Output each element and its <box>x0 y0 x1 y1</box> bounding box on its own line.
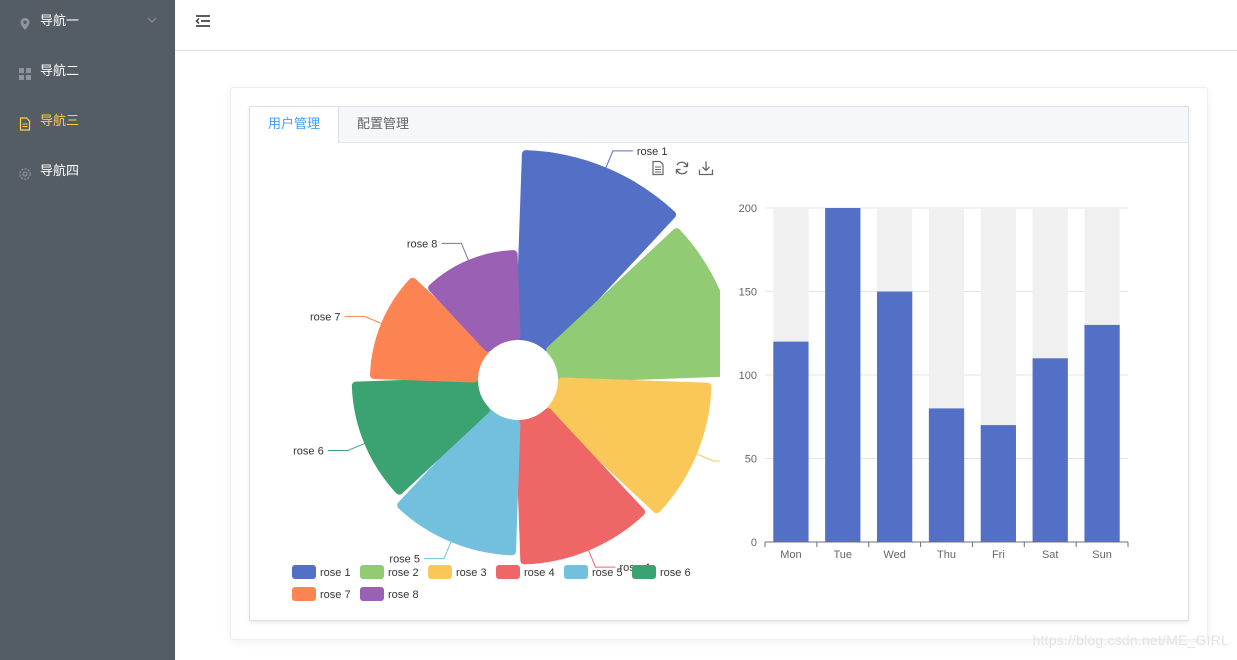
fold-menu-icon[interactable] <box>195 14 211 28</box>
bar <box>877 291 913 542</box>
x-tick-label: Wed <box>883 549 905 561</box>
rose-slice-label: rose 6 <box>293 446 324 458</box>
tab-user-management[interactable]: 用户管理 <box>250 107 340 143</box>
legend-label: rose 1 <box>320 567 351 579</box>
bar <box>980 425 1016 542</box>
setting-icon <box>19 168 31 180</box>
menu-grid-icon <box>19 68 31 80</box>
rose-slice-label: rose 8 <box>407 238 438 250</box>
legend-label: rose 8 <box>388 589 419 601</box>
x-tick-label: Thu <box>937 549 956 561</box>
bar <box>1084 324 1120 542</box>
sidebar-item-label: 导航四 <box>40 164 80 179</box>
y-tick-label: 100 <box>739 370 757 382</box>
restore-icon[interactable] <box>674 160 690 176</box>
sidebar-item-nav-2[interactable]: 导航二 <box>0 50 175 100</box>
header-bar <box>175 0 1237 51</box>
legend-label: rose 5 <box>592 567 623 579</box>
tab-config-management[interactable]: 配置管理 <box>339 107 427 142</box>
bar <box>773 341 809 542</box>
legend-swatch <box>564 565 588 579</box>
sidebar-item-label: 导航二 <box>40 64 80 79</box>
rose-slice-label: rose 5 <box>389 554 420 566</box>
x-tick-label: Tue <box>834 549 853 561</box>
sidebar-item-nav-1[interactable]: 导航一 <box>0 0 175 50</box>
sidebar-item-nav-4[interactable]: 导航四 <box>0 150 175 200</box>
sidebar-item-nav-3[interactable]: 导航三 <box>0 100 175 150</box>
legend-label: rose 6 <box>660 567 691 579</box>
tabs-header: 用户管理 配置管理 <box>250 107 1188 143</box>
rose-pie-chart: rose 1 rose 2 rose 3 rose 4 rose 5 rose 6 rose… <box>292 146 720 601</box>
bar-chart: 0 50 100 150 200 Mon Tue Wed Thu Fri Sat Sun <box>739 203 1129 561</box>
legend-swatch <box>632 565 656 579</box>
x-tick-label: Fri <box>992 549 1005 561</box>
x-tick-label: Mon <box>780 549 801 561</box>
legend-label: rose 2 <box>388 567 419 579</box>
bar <box>825 208 861 542</box>
bar <box>1032 358 1068 542</box>
rose-slice-label: rose 7 <box>310 311 341 323</box>
y-tick-label: 0 <box>751 537 757 549</box>
x-tick-label: Sun <box>1092 549 1112 561</box>
x-tick-label: Sat <box>1042 549 1059 561</box>
watermark: https://blog.csdn.net/ME_GIRL <box>1032 632 1229 648</box>
document-icon <box>19 117 31 131</box>
legend-label: rose 3 <box>456 567 487 579</box>
y-tick-label: 200 <box>739 203 757 215</box>
save-image-icon[interactable] <box>698 160 714 176</box>
location-icon <box>20 18 30 30</box>
sidebar-item-label: 导航三 <box>40 114 80 129</box>
data-view-icon[interactable] <box>650 160 666 176</box>
legend-swatch <box>292 565 316 579</box>
legend-label: rose 7 <box>320 589 351 601</box>
legend-swatch <box>360 587 384 601</box>
y-tick-label: 150 <box>739 287 757 299</box>
legend-label: rose 4 <box>524 567 555 579</box>
bar <box>928 408 965 542</box>
legend-swatch <box>428 565 452 579</box>
sidebar: 导航一 导航二 导航三 导航四 <box>0 0 175 660</box>
sidebar-item-label: 导航一 <box>40 14 80 29</box>
rose-slice-label: rose 1 <box>637 146 668 158</box>
legend-swatch <box>292 587 316 601</box>
chevron-down-icon <box>147 17 157 23</box>
y-tick-label: 50 <box>745 454 757 466</box>
legend-swatch <box>496 565 520 579</box>
legend-swatch <box>360 565 384 579</box>
